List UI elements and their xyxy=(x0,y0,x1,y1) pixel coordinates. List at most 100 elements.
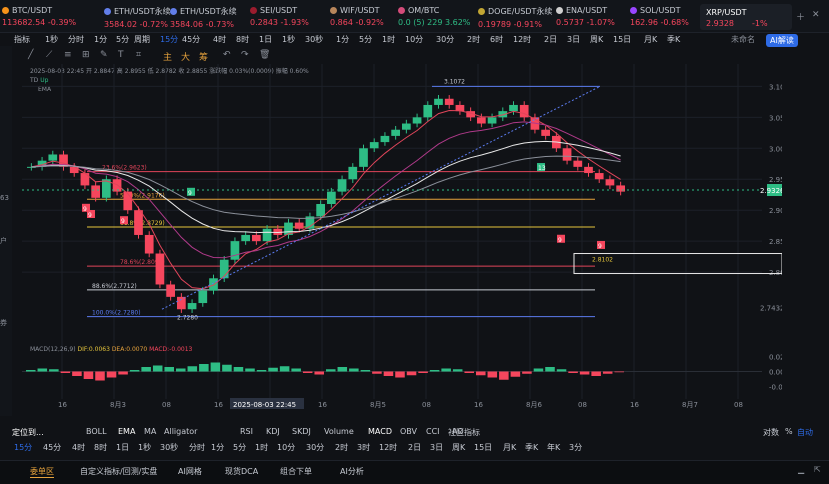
indicator-toggle[interactable]: CCI xyxy=(426,427,440,436)
bottom-period-option[interactable]: 12时 xyxy=(379,442,397,453)
period-option[interactable]: 1分 xyxy=(336,34,349,45)
period-option[interactable]: 季K xyxy=(667,34,680,45)
bottom-tab[interactable]: AI分析 xyxy=(340,466,364,477)
period-timeline[interactable]: 分时 xyxy=(68,34,84,45)
text-tool-icon[interactable]: T xyxy=(118,50,124,60)
indicator-toggle[interactable]: OBV xyxy=(400,427,417,436)
measure-tool-icon[interactable]: ⌗ xyxy=(136,50,141,60)
period-option[interactable]: 10分 xyxy=(405,34,423,45)
period-option[interactable]: 1秒 xyxy=(282,34,295,45)
period-option[interactable]: 8时 xyxy=(236,34,249,45)
indicator-toggle[interactable]: RSI xyxy=(240,427,253,436)
bottom-period-option[interactable]: 1秒 xyxy=(138,442,151,453)
bottom-period-option[interactable]: 季K xyxy=(525,442,538,453)
bottom-period-option[interactable]: 3时 xyxy=(357,442,370,453)
period-option[interactable]: 3日 xyxy=(567,34,580,45)
ray-tool-icon[interactable]: ⟋ xyxy=(46,50,52,60)
bottom-tab[interactable]: 组合下单 xyxy=(280,466,312,477)
indicator-toggle[interactable]: Volume xyxy=(324,427,354,436)
bottom-period-option[interactable]: 15分 xyxy=(14,442,32,453)
fib-tool-icon[interactable]: ⊞ xyxy=(82,50,90,60)
redo-icon[interactable]: ↷ xyxy=(241,50,249,60)
indicator-toggle[interactable]: SKDJ xyxy=(292,427,311,436)
chip-toggle[interactable]: 筹 xyxy=(199,50,208,63)
ticker-item[interactable]: OM/BTC 0.0 (5) 229 3.62% xyxy=(398,6,470,27)
period-option[interactable]: 1时 xyxy=(382,34,395,45)
delete-icon[interactable]: 🗑 xyxy=(259,50,270,60)
bottom-period-option[interactable]: 3日 xyxy=(430,442,443,453)
ticker-item[interactable]: SOL/USDT 162.96 -0.68% xyxy=(630,6,689,27)
bottom-period-option[interactable]: 年K xyxy=(547,442,560,453)
period-option[interactable]: 30分 xyxy=(436,34,454,45)
bottom-period-option[interactable]: 1分 xyxy=(211,442,224,453)
period-active[interactable]: 15分 xyxy=(160,34,178,45)
indicator-toggle[interactable]: BOLL xyxy=(86,427,107,436)
bottom-tab[interactable]: 自定义指标/回测/实盘 xyxy=(80,466,157,477)
bottom-tab[interactable]: AI网格 xyxy=(178,466,202,477)
period-5m[interactable]: 5分 xyxy=(116,34,129,45)
bottom-period-option[interactable]: 30分 xyxy=(306,442,324,453)
price-chart[interactable]: 3.10003.05003.00002.95002.90002.85002.80… xyxy=(12,64,782,409)
ticker-item[interactable]: BTC/USDT 113682.54 -0.39% xyxy=(2,6,76,27)
bottom-period-option[interactable]: 8时 xyxy=(94,442,107,453)
period-option[interactable]: 4时 xyxy=(213,34,226,45)
sidebar-label-1[interactable]: 63 xyxy=(0,194,9,202)
period-option[interactable]: 月K xyxy=(644,34,657,45)
bottom-period-option[interactable]: 1日 xyxy=(116,442,129,453)
big-order-toggle[interactable]: 大 xyxy=(181,50,190,63)
bottom-period-option[interactable]: 15日 xyxy=(474,442,492,453)
bottom-period-option[interactable]: 30秒 xyxy=(160,442,178,453)
brush-tool-icon[interactable]: ✎ xyxy=(100,50,108,60)
locate-button[interactable]: 定位到... xyxy=(12,427,44,438)
ai-interpret-button[interactable]: AI解读 xyxy=(766,34,798,47)
line-tool-icon[interactable]: ╱ xyxy=(28,50,33,60)
add-icon[interactable]: ＋ xyxy=(796,10,805,23)
bottom-period-option[interactable]: 2时 xyxy=(335,442,348,453)
bottom-tab[interactable]: 现货DCA xyxy=(225,466,258,477)
bottom-period-option[interactable]: 月K xyxy=(503,442,516,453)
ticker-item[interactable]: WIF/USDT 0.864 -0.92% xyxy=(330,6,384,27)
period-option[interactable]: 2时 xyxy=(467,34,480,45)
ticker-item[interactable]: ENA/USDT 0.5737 -1.07% xyxy=(556,6,615,27)
percent-scale-toggle[interactable]: % xyxy=(785,427,793,436)
bottom-period-option[interactable]: 5分 xyxy=(233,442,246,453)
bottom-period-option[interactable]: 1时 xyxy=(255,442,268,453)
period-option[interactable]: 2日 xyxy=(544,34,557,45)
main-force-toggle[interactable]: 主 xyxy=(163,50,172,63)
indicator-toggle[interactable]: MA xyxy=(144,427,156,436)
sidebar-label-3[interactable]: 券 xyxy=(0,318,7,328)
ticker-item[interactable]: DOGE/USDT永续 0.19789 -0.91% xyxy=(478,6,552,29)
period-option[interactable]: 12时 xyxy=(513,34,531,45)
community-indicators[interactable]: 社区指标 xyxy=(448,427,480,438)
close-icon[interactable]: ✕ xyxy=(812,10,820,20)
bottom-tab[interactable]: 委单区 xyxy=(30,466,54,478)
period-option[interactable]: 45分 xyxy=(182,34,200,45)
period-option[interactable]: 周K xyxy=(590,34,603,45)
layout-name[interactable]: 未命名 xyxy=(731,34,755,45)
bottom-period-option[interactable]: 2日 xyxy=(408,442,421,453)
log-scale-toggle[interactable]: 对数 xyxy=(763,427,779,438)
bottom-period-option[interactable]: 4时 xyxy=(72,442,85,453)
period-option[interactable]: 15日 xyxy=(613,34,631,45)
bottom-period-option[interactable]: 分时 xyxy=(189,442,205,453)
bottom-period-option[interactable]: 周K xyxy=(452,442,465,453)
ticker-item[interactable]: ETH/USDT永续 3584.06 -0.73% xyxy=(170,6,237,29)
indicator-toggle[interactable]: Alligator xyxy=(164,427,197,436)
expand-icon[interactable]: ⇱ xyxy=(814,465,821,474)
period-option[interactable]: 5分 xyxy=(359,34,372,45)
undo-icon[interactable]: ↶ xyxy=(223,50,231,60)
period-option[interactable]: 30秒 xyxy=(305,34,323,45)
bottom-period-option[interactable]: 10分 xyxy=(277,442,295,453)
minimize-icon[interactable]: ▁ xyxy=(798,465,804,474)
indicator-toggle[interactable]: EMA xyxy=(118,427,135,436)
indicator-button[interactable]: 指标 xyxy=(14,34,30,45)
period-1s[interactable]: 1秒 xyxy=(45,34,58,45)
sidebar-label-2[interactable]: 户 xyxy=(0,236,7,246)
auto-scale-toggle[interactable]: 自动 xyxy=(797,427,813,438)
bottom-period-option[interactable]: 3分 xyxy=(569,442,582,453)
period-1m[interactable]: 1分 xyxy=(94,34,107,45)
ticker-item[interactable]: ETH/USDT永续 3584.02 -0.72% xyxy=(104,6,171,29)
bottom-period-option[interactable]: 45分 xyxy=(43,442,61,453)
period-option[interactable]: 6时 xyxy=(490,34,503,45)
period-dropdown[interactable]: 周期 xyxy=(134,34,150,45)
